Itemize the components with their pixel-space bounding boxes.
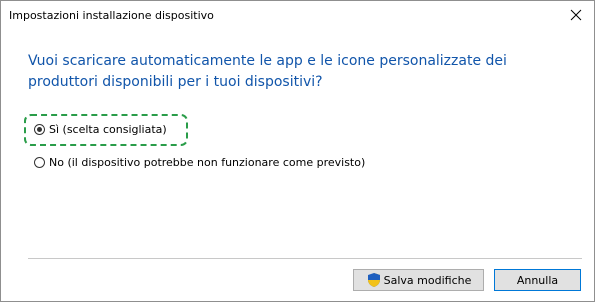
close-icon: [570, 9, 582, 21]
radio-no[interactable]: [34, 157, 45, 168]
cancel-button[interactable]: Annulla: [494, 269, 581, 291]
option-yes-label: Sì (scelta consigliata): [49, 123, 167, 136]
option-no[interactable]: No (il dispositivo potrebbe non funziona…: [34, 156, 365, 169]
shield-icon: [367, 273, 380, 287]
title-bar: Impostazioni installazione dispositivo: [1, 1, 594, 29]
question-text: Vuoi scaricare automaticamente le app e …: [28, 53, 507, 90]
cancel-button-label: Annulla: [516, 273, 559, 287]
option-yes[interactable]: Sì (scelta consigliata): [34, 123, 167, 136]
option-no-label: No (il dispositivo potrebbe non funziona…: [49, 156, 366, 169]
window-title: Impostazioni installazione dispositivo: [9, 9, 214, 22]
save-button-label: Salva modifiche: [383, 273, 472, 287]
save-button[interactable]: Salva modifiche: [353, 269, 484, 291]
radio-yes[interactable]: [34, 124, 45, 135]
close-button[interactable]: [562, 3, 590, 27]
separator: [28, 258, 582, 259]
dialog-window: Impostazioni installazione dispositivo V…: [0, 0, 595, 302]
